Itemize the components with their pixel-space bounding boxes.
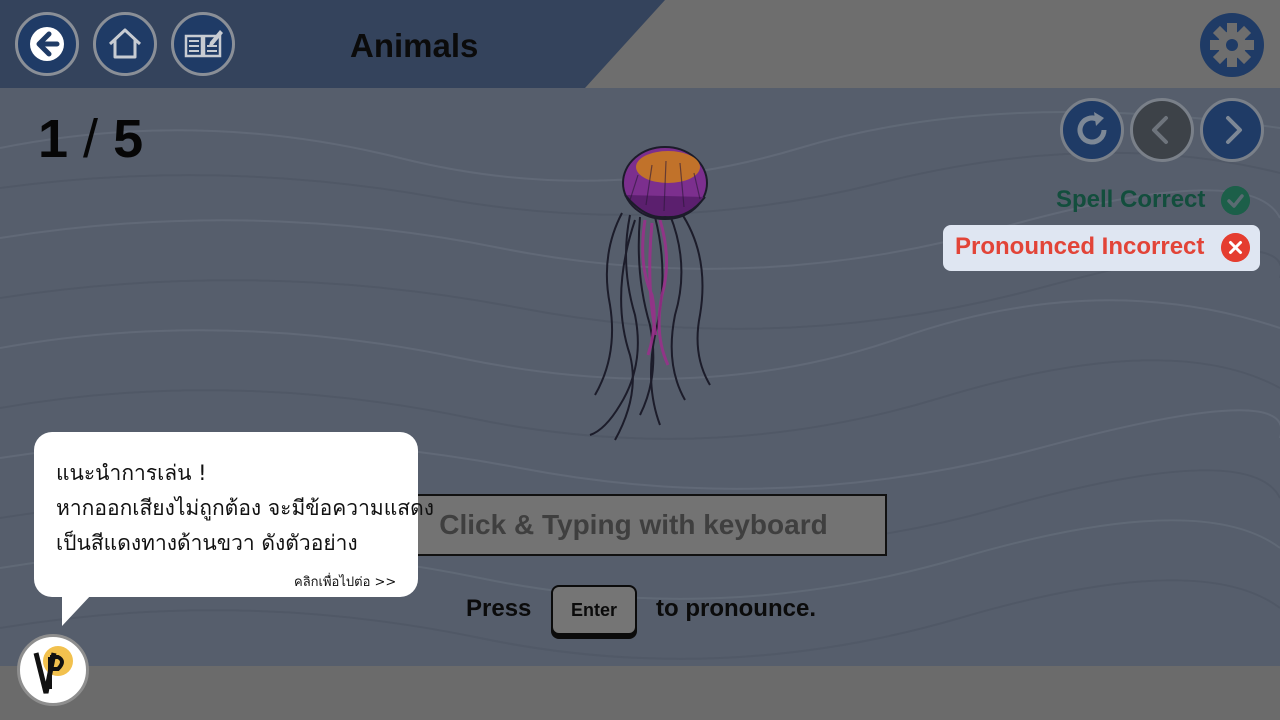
pronounce-label: to pronounce. (656, 595, 816, 622)
tip-line-1: แนะนำการเล่น ! (56, 461, 207, 485)
progress-counter: 1/5 (38, 108, 144, 170)
replay-icon (1077, 112, 1107, 145)
tip-continue-link[interactable]: คลิกเพื่อไปต่อ >> (294, 571, 396, 592)
previous-button[interactable] (1130, 98, 1194, 162)
enter-key-icon: Enter (551, 585, 637, 635)
chevron-right-icon (1226, 116, 1242, 144)
home-icon (108, 28, 142, 59)
close-icon (1221, 233, 1250, 262)
progress-separator: / (83, 109, 100, 169)
home-button[interactable] (93, 12, 157, 76)
chevron-left-icon (1152, 116, 1168, 144)
tip-line-3: เป็นสีแดงทางด้านขวา ดังตัวอย่าง (56, 531, 358, 555)
enter-key-label: Enter (570, 599, 617, 620)
gear-icon[interactable] (1199, 12, 1265, 78)
progress-total: 5 (113, 109, 145, 169)
vpa-logo-icon (33, 646, 73, 694)
answer-input-placeholder: Click & Typing with keyboard (439, 509, 828, 540)
jellyfish-illustration (589, 146, 711, 441)
tip-line-2: หากออกเสียงไม่ถูกต้อง จะมีข้อความแสดง (56, 496, 434, 520)
answer-input[interactable]: Click & Typing with keyboard (380, 494, 887, 556)
progress-current: 1 (38, 109, 70, 169)
book-button[interactable] (171, 12, 235, 76)
avatar[interactable] (17, 634, 89, 706)
spell-status-label: Spell Correct (1056, 186, 1206, 213)
bottom-bar (0, 666, 1280, 720)
pronounce-status-label: Pronounced Incorrect (955, 233, 1205, 260)
back-button[interactable] (15, 12, 79, 76)
arrow-left-icon (30, 27, 64, 61)
page-title: Animals (350, 27, 479, 64)
check-icon (1221, 186, 1250, 215)
bubble-tail (62, 594, 92, 626)
book-edit-icon (184, 30, 223, 58)
next-button[interactable] (1200, 98, 1264, 162)
press-label: Press (466, 595, 532, 622)
replay-button[interactable] (1060, 98, 1124, 162)
